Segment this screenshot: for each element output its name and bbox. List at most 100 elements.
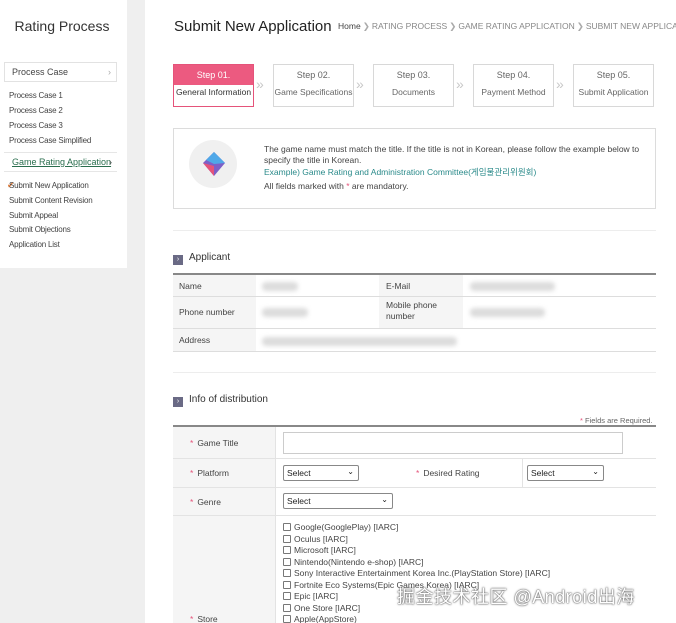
email-label: E-Mail bbox=[379, 275, 463, 296]
store-option-sony[interactable]: Sony Interactive Entertainment Korea Inc… bbox=[283, 568, 550, 578]
store-option-label: Epic [IARC] bbox=[294, 591, 338, 601]
checkbox[interactable] bbox=[283, 569, 291, 577]
store-option-oculus[interactable]: Oculus [IARC] bbox=[283, 534, 348, 544]
game-title-input[interactable] bbox=[283, 432, 623, 454]
step-arrow-icon: » bbox=[256, 76, 264, 92]
store-option-one-store[interactable]: One Store [IARC] bbox=[283, 603, 360, 613]
step-arrow-icon: » bbox=[456, 76, 464, 92]
breadcrumb-separator-icon: ❯ bbox=[449, 21, 457, 31]
required-star: * bbox=[190, 468, 194, 478]
store-option-microsoft[interactable]: Microsoft [IARC] bbox=[283, 545, 356, 555]
checkbox[interactable] bbox=[283, 592, 291, 600]
phone-label: Phone number bbox=[173, 297, 256, 328]
genre-select-value: Select bbox=[287, 496, 311, 506]
store-option-label: Sony Interactive Entertainment Korea Inc… bbox=[294, 568, 551, 578]
genre-select[interactable]: Select ⌄ bbox=[283, 493, 393, 509]
address-value-redacted bbox=[262, 337, 457, 346]
game-rating-application-menu[interactable]: Game Rating Application › bbox=[4, 152, 117, 172]
sidebar-item-process-case-1[interactable]: Process Case 1 bbox=[9, 91, 117, 100]
sidebar-item-application-list[interactable]: Application List bbox=[9, 240, 117, 249]
table-row: Phone number Mobile phone number bbox=[173, 297, 656, 329]
step-label: Documents bbox=[392, 87, 435, 97]
checkbox[interactable] bbox=[283, 615, 291, 623]
store-option-nintendo[interactable]: Nintendo(Nintendo e-shop) [IARC] bbox=[283, 557, 423, 567]
sidebar-item-submit-appeal[interactable]: Submit Appeal bbox=[9, 211, 117, 220]
required-star: * bbox=[416, 468, 420, 478]
step-number: Step 05. bbox=[596, 70, 631, 80]
watermark: 掘金技术社区 @Android出海 bbox=[397, 587, 635, 607]
store-option-epic[interactable]: Epic [IARC] bbox=[283, 591, 338, 601]
game-title-label-text: Game Title bbox=[197, 438, 239, 448]
checkbox[interactable] bbox=[283, 557, 291, 566]
required-star: * bbox=[346, 181, 350, 191]
step-label: Payment Method bbox=[481, 87, 546, 97]
chevron-down-icon: ⌄ bbox=[592, 467, 599, 476]
step-arrow-icon: » bbox=[556, 76, 564, 92]
required-note-text: Fields are Required. bbox=[585, 416, 653, 425]
mandatory-note: All fields marked with * are mandatory. bbox=[264, 181, 408, 191]
step-label: Submit Application bbox=[578, 87, 649, 97]
platform-select[interactable]: Select ⌄ bbox=[283, 465, 359, 481]
mobile-value-redacted bbox=[470, 308, 545, 317]
store-option-label: Apple(AppStore) bbox=[294, 614, 357, 623]
store-option-label: Nintendo(Nintendo e-shop) [IARC] bbox=[294, 556, 424, 567]
checkbox[interactable] bbox=[283, 603, 291, 612]
notice-example: Example) Game Rating and Administration … bbox=[264, 167, 537, 177]
game-rating-application-label: Game Rating Application bbox=[12, 157, 112, 167]
diamond-logo-icon bbox=[203, 152, 225, 176]
step-1-general-information: Step 01. General Information bbox=[173, 64, 254, 107]
desired-rating-label: * Desired Rating bbox=[416, 468, 480, 478]
store-option-label: Oculus [IARC] bbox=[294, 533, 348, 544]
breadcrumb-home[interactable]: Home bbox=[338, 21, 361, 31]
process-case-menu[interactable]: Process Case › bbox=[4, 62, 117, 82]
sidebar-item-process-case-simplified[interactable]: Process Case Simplified bbox=[9, 136, 117, 145]
phone-value-redacted bbox=[262, 308, 308, 317]
breadcrumb: Home ❯ RATING PROCESS ❯ GAME RATING APPLICAT… bbox=[338, 21, 676, 32]
step-label: General Information bbox=[175, 87, 252, 97]
sidebar-item-process-case-3[interactable]: Process Case 3 bbox=[9, 121, 117, 130]
step-arrow-icon: » bbox=[356, 76, 364, 92]
store-option-apple[interactable]: Apple(AppStore) bbox=[283, 614, 357, 623]
checkbox[interactable] bbox=[283, 534, 291, 543]
chevron-down-icon: ⌄ bbox=[347, 467, 354, 476]
email-value-redacted bbox=[470, 282, 555, 291]
breadcrumb-game-rating-application[interactable]: GAME RATING APPLICATION bbox=[458, 21, 574, 31]
checkbox[interactable] bbox=[283, 523, 291, 531]
sidebar: Rating Process Process Case › Process Ca… bbox=[0, 0, 145, 623]
checkbox[interactable] bbox=[283, 580, 291, 589]
desired-rating-label-text: Desired Rating bbox=[423, 468, 480, 478]
desired-rating-select-value: Select bbox=[531, 468, 555, 478]
step-number: Step 01. bbox=[196, 70, 231, 80]
sidebar-item-process-case-2[interactable]: Process Case 2 bbox=[9, 106, 117, 115]
breadcrumb-rating-process[interactable]: RATING PROCESS bbox=[372, 21, 447, 31]
chevron-right-icon: › bbox=[109, 157, 112, 167]
step-4-payment-method: Step 04. Payment Method bbox=[473, 64, 554, 107]
genre-label-text: Genre bbox=[197, 497, 221, 507]
checkbox[interactable] bbox=[283, 546, 291, 554]
form-row-platform: * Platform Select ⌄ * Desired Rating Select… bbox=[173, 459, 656, 488]
distribution-form: * Game Title * Platform Select ⌄ * Desired R… bbox=[173, 425, 656, 623]
mandatory-prefix: All fields marked with bbox=[264, 181, 344, 191]
divider bbox=[173, 372, 656, 373]
required-star: * bbox=[190, 614, 194, 623]
required-star: * bbox=[190, 438, 194, 448]
sidebar-item-submit-objections[interactable]: Submit Objections bbox=[9, 225, 117, 234]
breadcrumb-separator-icon: ❯ bbox=[576, 21, 584, 31]
chevron-down-icon: ⌄ bbox=[381, 495, 388, 504]
step-label: Game Specifications bbox=[274, 87, 353, 97]
step-5-submit-application: Step 05. Submit Application bbox=[573, 64, 654, 107]
sidebar-item-submit-new-application[interactable]: Submit New Application bbox=[9, 181, 117, 190]
mandatory-suffix: are mandatory. bbox=[351, 181, 409, 191]
game-title-label: * Game Title bbox=[173, 427, 276, 458]
step-number: Step 02. bbox=[296, 70, 331, 80]
desired-rating-select[interactable]: Select ⌄ bbox=[527, 465, 604, 481]
store-option-label: One Store [IARC] bbox=[294, 602, 361, 613]
required-star: * bbox=[190, 497, 194, 507]
platform-label-text: Platform bbox=[197, 468, 229, 478]
mobile-label: Mobile phone number bbox=[379, 297, 463, 328]
store-option-google[interactable]: Google(GooglePlay) [IARC] bbox=[283, 522, 398, 532]
form-row-genre: * Genre Select ⌄ bbox=[173, 488, 656, 516]
form-row-game-title: * Game Title bbox=[173, 427, 656, 459]
chevron-box-icon: › bbox=[173, 255, 183, 265]
sidebar-item-submit-content-revision[interactable]: Submit Content Revision bbox=[9, 196, 117, 205]
